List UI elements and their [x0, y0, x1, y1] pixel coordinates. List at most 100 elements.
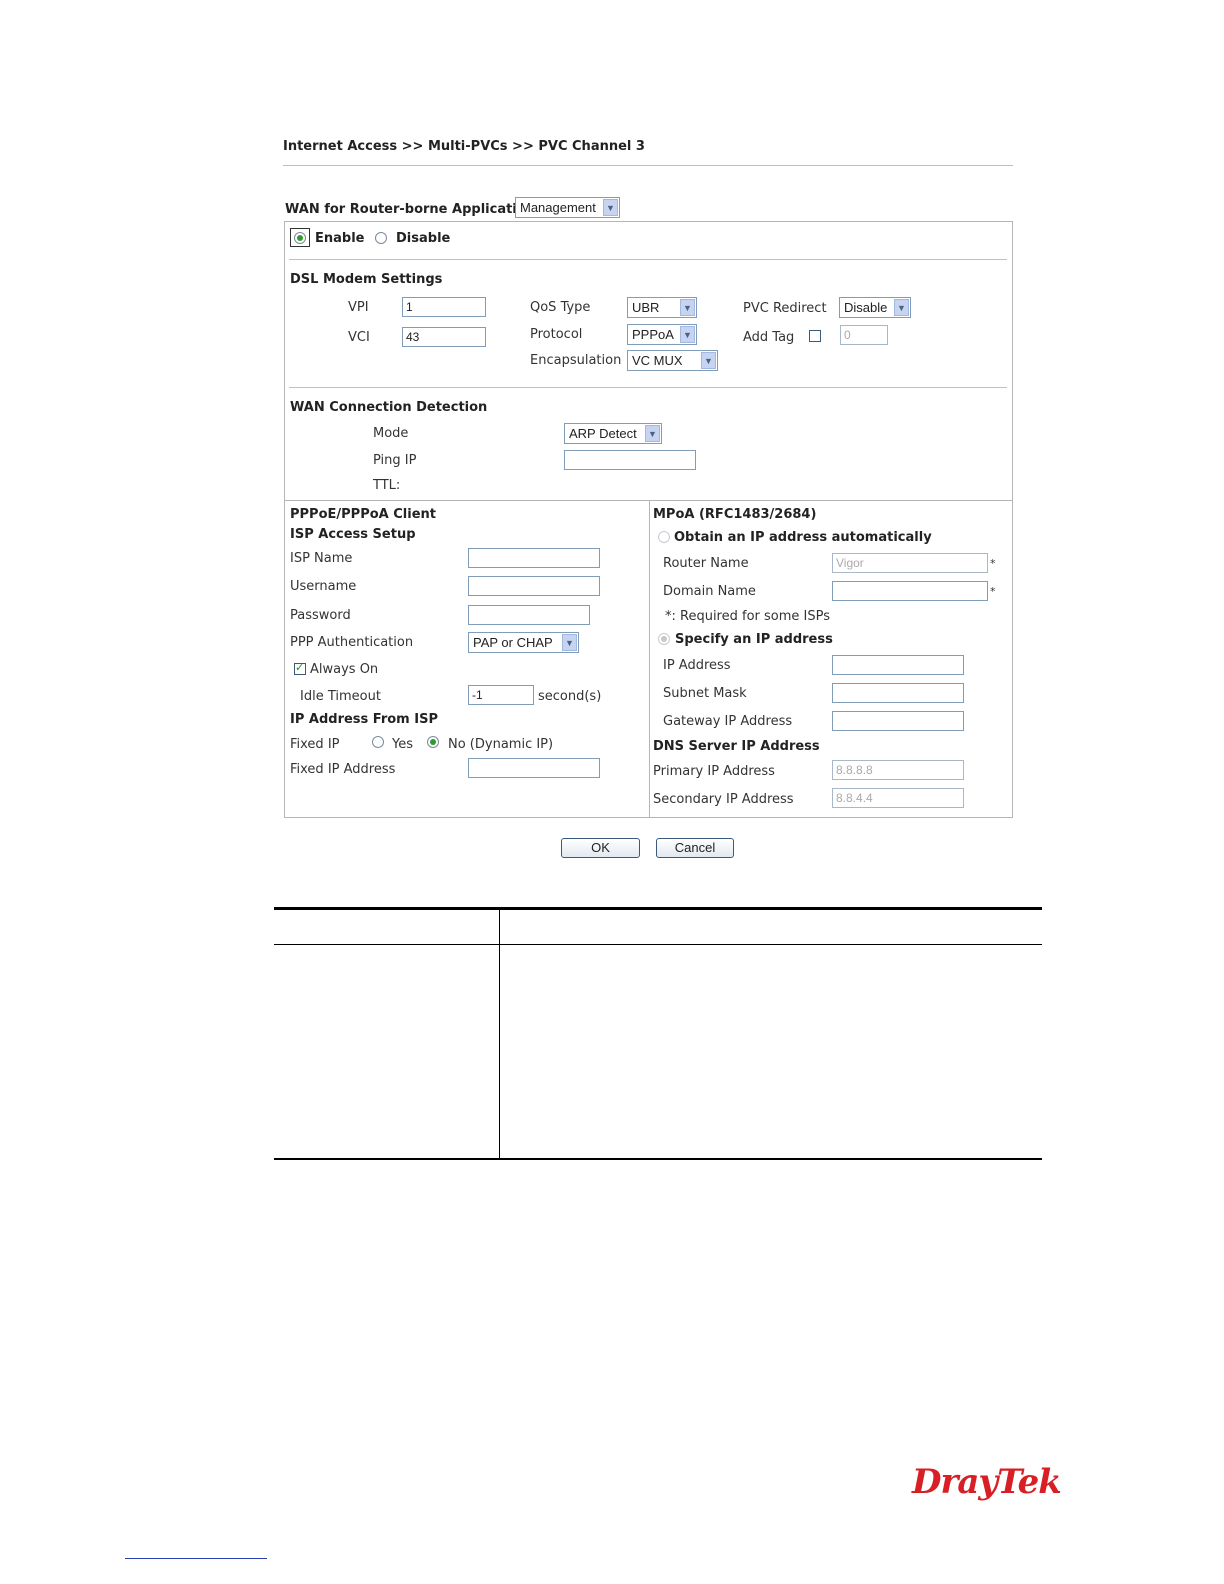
isp-access-title: ISP Access Setup [290, 527, 416, 542]
idle-timeout-unit: second(s) [538, 689, 602, 704]
idle-timeout-input[interactable]: -1 [468, 685, 534, 705]
encap-label: Encapsulation [530, 353, 622, 368]
disable-radio[interactable] [375, 232, 387, 244]
vci-input[interactable]: 43 [402, 327, 486, 347]
ip-address-label: IP Address [663, 658, 731, 673]
fixed-ip-address-input[interactable] [468, 758, 600, 778]
mode-label: Mode [373, 426, 409, 441]
encap-select[interactable]: VC MUX ▼ [627, 350, 718, 371]
protocol-label: Protocol [530, 327, 583, 342]
gateway-input[interactable] [832, 711, 964, 731]
required-note: *: Required for some ISPs [665, 609, 831, 624]
idle-timeout-label: Idle Timeout [300, 689, 381, 704]
add-tag-input[interactable]: 0 [840, 325, 888, 345]
wan-app-label: WAN for Router-borne Application: [285, 202, 541, 217]
required-mark: * [990, 557, 996, 570]
enable-radio-focus [290, 228, 310, 247]
fixed-ip-yes-radio[interactable] [372, 736, 384, 748]
obtain-ip-label: Obtain an IP address automatically [674, 530, 932, 545]
qos-label: QoS Type [530, 300, 591, 315]
ip-address-input[interactable] [832, 655, 964, 675]
chevron-down-icon: ▼ [645, 425, 660, 442]
wan-app-select-value: Management [520, 200, 596, 215]
vpi-input[interactable]: 1 [402, 297, 486, 317]
username-label: Username [290, 579, 357, 594]
breadcrumb: Internet Access >> Multi-PVCs >> PVC Cha… [283, 139, 645, 154]
chevron-down-icon: ▼ [680, 299, 695, 316]
specify-ip-label: Specify an IP address [675, 632, 833, 647]
disable-label: Disable [396, 231, 451, 246]
ttl-label: TTL: [373, 478, 401, 493]
detection-section-title: WAN Connection Detection [290, 400, 488, 415]
subnet-mask-label: Subnet Mask [663, 686, 747, 701]
domain-name-label: Domain Name [663, 584, 756, 599]
ip-from-isp-title: IP Address From ISP [290, 712, 438, 727]
pvc-redirect-select-value: Disable [844, 300, 888, 315]
chevron-down-icon: ▼ [680, 326, 695, 343]
add-tag-label: Add Tag [743, 330, 795, 345]
ping-ip-input[interactable] [564, 450, 696, 470]
fixed-ip-yes-label: Yes [392, 737, 413, 752]
dns-section-title: DNS Server IP Address [653, 739, 820, 754]
specify-ip-radio[interactable] [658, 633, 670, 645]
protocol-select-value: PPPoA [632, 327, 674, 342]
pppoe-section-title: PPPoE/PPPoA Client [290, 507, 436, 522]
username-input[interactable] [468, 576, 600, 596]
table-column-divider [499, 909, 500, 1159]
mode-select-value: ARP Detect [569, 426, 637, 441]
draytek-logo: DrayTek [912, 1462, 1062, 1502]
always-on-label: Always On [310, 662, 379, 677]
divider [289, 259, 1007, 260]
table-top-rule [274, 907, 1042, 910]
primary-dns-input[interactable]: 8.8.8.8 [832, 760, 964, 780]
ppp-auth-label: PPP Authentication [290, 635, 414, 650]
router-name-input[interactable]: Vigor [832, 553, 988, 573]
breadcrumb-divider [283, 165, 1013, 166]
qos-select-value: UBR [632, 300, 660, 315]
encap-select-value: VC MUX [632, 353, 683, 368]
mpoa-section-title: MPoA (RFC1483/2684) [653, 507, 817, 522]
secondary-dns-input[interactable]: 8.8.4.4 [832, 788, 964, 808]
chevron-down-icon: ▼ [562, 634, 577, 651]
chevron-down-icon: ▼ [603, 199, 618, 216]
router-name-label: Router Name [663, 556, 749, 571]
pvc-redirect-select[interactable]: Disable ▼ [839, 297, 911, 318]
mode-select[interactable]: ARP Detect ▼ [564, 423, 662, 444]
protocol-select[interactable]: PPPoA ▼ [627, 324, 697, 345]
primary-dns-label: Primary IP Address [653, 764, 775, 779]
obtain-ip-radio[interactable] [658, 531, 670, 543]
dsl-section-title: DSL Modem Settings [290, 272, 443, 287]
required-mark: * [990, 585, 996, 598]
password-label: Password [290, 608, 351, 623]
isp-name-label: ISP Name [290, 551, 353, 566]
column-divider [649, 500, 650, 817]
add-tag-checkbox[interactable] [809, 330, 821, 342]
vci-label: VCI [348, 330, 370, 345]
domain-name-input[interactable] [832, 581, 988, 601]
table-bottom-rule [274, 1158, 1042, 1160]
password-input[interactable] [468, 605, 590, 625]
footer-link-underline [125, 1558, 267, 1559]
ok-button[interactable]: OK [561, 838, 640, 858]
ppp-auth-select[interactable]: PAP or CHAP ▼ [468, 632, 579, 653]
ppp-auth-select-value: PAP or CHAP [473, 635, 553, 650]
qos-select[interactable]: UBR ▼ [627, 297, 697, 318]
cancel-button[interactable]: Cancel [656, 838, 734, 858]
always-on-checkbox[interactable] [294, 661, 306, 675]
fixed-ip-no-radio[interactable] [427, 736, 439, 748]
pvc-redirect-label: PVC Redirect [743, 301, 827, 316]
wan-app-select[interactable]: Management ▼ [515, 197, 620, 218]
chevron-down-icon: ▼ [701, 352, 716, 369]
vpi-label: VPI [348, 300, 369, 315]
secondary-dns-label: Secondary IP Address [653, 792, 794, 807]
divider [289, 387, 1007, 388]
isp-name-input[interactable] [468, 548, 600, 568]
chevron-down-icon: ▼ [894, 299, 909, 316]
enable-label: Enable [315, 231, 365, 246]
fixed-ip-label: Fixed IP [290, 737, 340, 752]
fixed-ip-address-label: Fixed IP Address [290, 762, 396, 777]
subnet-mask-input[interactable] [832, 683, 964, 703]
ping-ip-label: Ping IP [373, 453, 417, 468]
fixed-ip-no-label: No (Dynamic IP) [448, 737, 554, 752]
gateway-label: Gateway IP Address [663, 714, 793, 729]
